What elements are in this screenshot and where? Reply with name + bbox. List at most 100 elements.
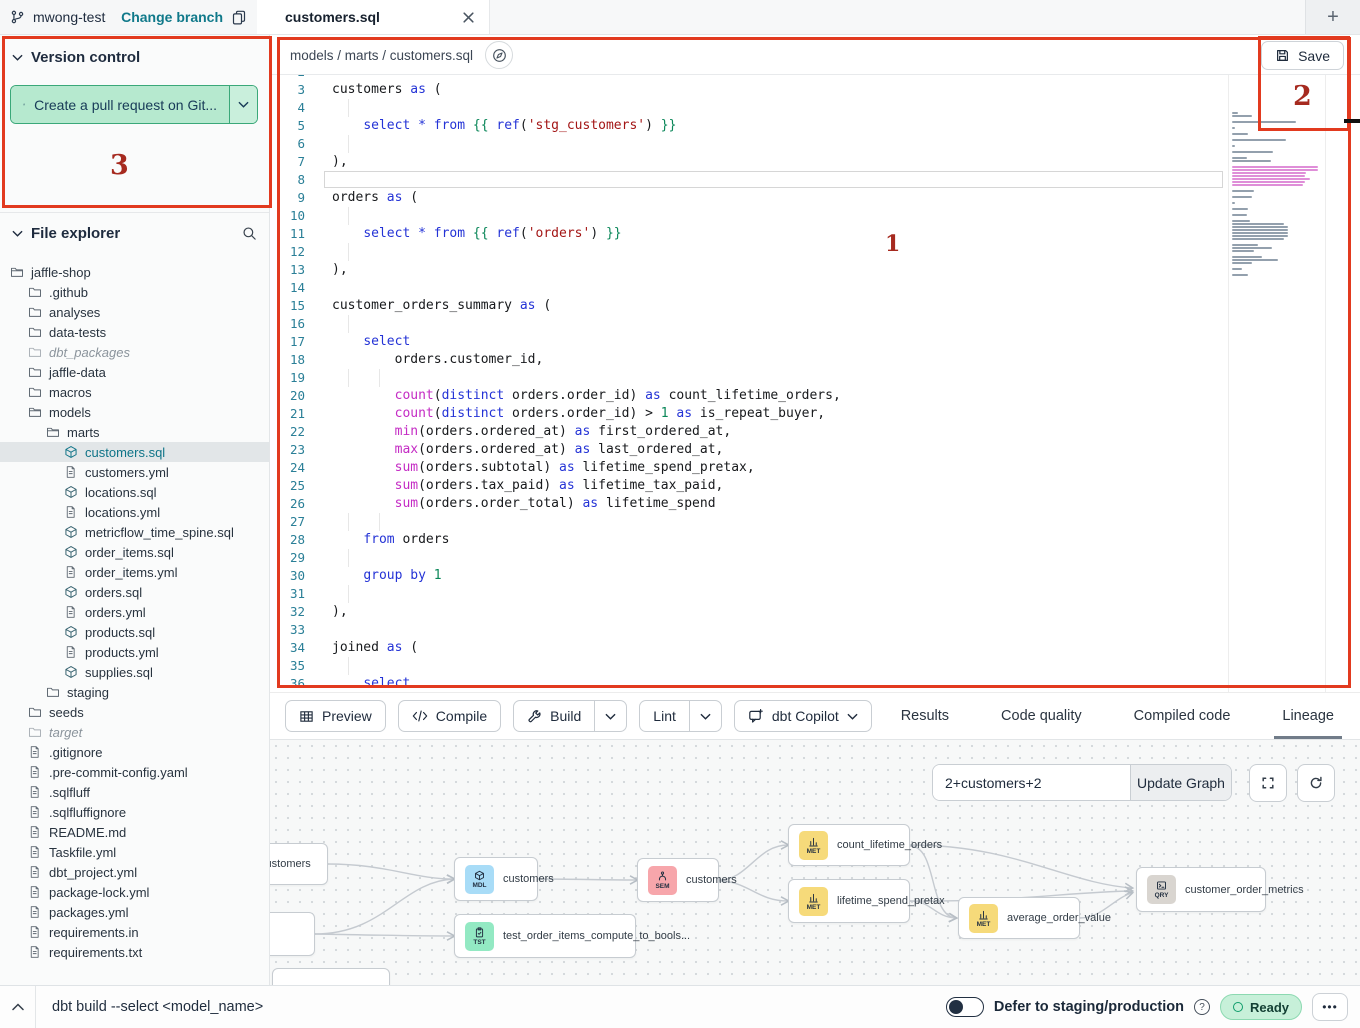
file-tree-item-locations.yml[interactable]: locations.yml	[0, 502, 269, 522]
lineage-node-average_order_value[interactable]: METaverage_order_value	[958, 897, 1080, 939]
lineage-node-partial-node[interactable]	[272, 968, 390, 985]
file-tree-item-locations.sql[interactable]: locations.sql	[0, 482, 269, 502]
lint-button[interactable]: Lint	[640, 701, 689, 731]
update-graph-button[interactable]: Update Graph	[1130, 765, 1231, 800]
file-tree-item-customers.sql[interactable]: customers.sql	[0, 442, 269, 462]
file-tree-item-target[interactable]: target	[0, 722, 269, 742]
file-tree-item-.gitignore[interactable]: .gitignore	[0, 742, 269, 762]
code-line-32: 32),	[271, 603, 1360, 621]
line-number: 9	[271, 189, 305, 207]
file-tree-item-.sqlfluff[interactable]: .sqlfluff	[0, 782, 269, 802]
lint-split-button[interactable]: Lint	[639, 700, 722, 732]
pull-request-options-button[interactable]	[229, 86, 257, 123]
lineage-node-stg_customers[interactable]: stg_customers	[270, 843, 328, 885]
lineage-node-lifetime_spend_pretax[interactable]: METlifetime_spend_pretax	[788, 879, 910, 923]
file-tree-item-.pre-commit-config.yaml[interactable]: .pre-commit-config.yaml	[0, 762, 269, 782]
close-tab-icon[interactable]	[462, 11, 475, 24]
build-button[interactable]: Build	[514, 701, 594, 731]
file-tree-item-data-tests[interactable]: data-tests	[0, 322, 269, 342]
node-label: customers	[686, 874, 737, 886]
file-tree-item-jaffle-shop[interactable]: jaffle-shop	[0, 262, 269, 282]
dbt-copilot-button[interactable]: dbt Copilot	[734, 700, 872, 732]
lineage-edge	[910, 846, 956, 918]
lineage-selector-input[interactable]: 2+customers+2	[933, 765, 1130, 800]
lineage-node-customers-semantic[interactable]: SEMcustomers	[637, 858, 719, 902]
file-tree-item-requirements.txt[interactable]: requirements.txt	[0, 942, 269, 962]
file-tree-item-order_items.yml[interactable]: order_items.yml	[0, 562, 269, 582]
file-tree-item-supplies.sql[interactable]: supplies.sql	[0, 662, 269, 682]
build-split-button[interactable]: Build	[513, 700, 627, 732]
chevron-down-icon	[700, 713, 711, 720]
lint-options-button[interactable]	[689, 701, 721, 731]
more-options-button[interactable]: •••	[1312, 993, 1348, 1021]
node-label: lifetime_spend_pretax	[837, 895, 945, 907]
collapse-panel-button[interactable]	[0, 986, 36, 1028]
file-tree-item-models[interactable]: models	[0, 402, 269, 422]
code-editor[interactable]: 2with3customers as (45 select * from {{ …	[271, 75, 1360, 692]
file-tree-item-.github[interactable]: .github	[0, 282, 269, 302]
indent-guide	[348, 243, 349, 261]
file-tree-item-marts[interactable]: marts	[0, 422, 269, 442]
file-tree-item-.sqlfluffignore[interactable]: .sqlfluffignore	[0, 802, 269, 822]
file-tree-item-orders.yml[interactable]: orders.yml	[0, 602, 269, 622]
lineage-panel[interactable]: stg_customersorders MDLcustomers TSTtest_o…	[270, 740, 1360, 985]
file-tree-item-package-lock.yml[interactable]: package-lock.yml	[0, 882, 269, 902]
result-tab-compiled-code[interactable]: Compiled code	[1108, 693, 1257, 739]
file-tree-item-staging[interactable]: staging	[0, 682, 269, 702]
result-tab-results[interactable]: Results	[875, 693, 975, 739]
file-tree-item-products.sql[interactable]: products.sql	[0, 622, 269, 642]
lineage-edge	[315, 934, 454, 936]
file-tree-item-macros[interactable]: macros	[0, 382, 269, 402]
file-tree-item-requirements.in[interactable]: requirements.in	[0, 922, 269, 942]
lineage-node-test-order-items[interactable]: TSTtest_order_items_compute_to_bools...	[454, 914, 636, 958]
file-tree-item-customers.yml[interactable]: customers.yml	[0, 462, 269, 482]
defer-toggle[interactable]	[946, 997, 984, 1017]
refresh-button[interactable]	[1297, 764, 1335, 802]
change-branch-link[interactable]: Change branch	[121, 9, 223, 25]
search-icon[interactable]	[242, 226, 257, 241]
build-options-button[interactable]	[594, 701, 626, 731]
file-tree-item-metricflow_time_spine.sql[interactable]: metricflow_time_spine.sql	[0, 522, 269, 542]
file-tree-item-dbt_packages[interactable]: dbt_packages	[0, 342, 269, 362]
minimap-line	[1232, 151, 1273, 153]
lineage-node-count_lifetime_orders[interactable]: METcount_lifetime_orders	[788, 824, 910, 866]
line-number: 29	[271, 549, 305, 567]
save-button[interactable]: Save	[1261, 41, 1344, 70]
code-lines[interactable]: 2with3customers as (45 select * from {{ …	[271, 75, 1360, 692]
file-tree-item-seeds[interactable]: seeds	[0, 702, 269, 722]
result-tab-code-quality[interactable]: Code quality	[975, 693, 1108, 739]
result-tabs[interactable]: ResultsCode qualityCompiled codeLineage	[875, 693, 1360, 739]
copy-branch-icon[interactable]	[231, 9, 247, 26]
file-label: target	[49, 725, 82, 740]
file-explorer-header[interactable]: File explorer	[0, 213, 269, 250]
version-control-header[interactable]: Version control	[0, 35, 269, 74]
preview-button[interactable]: Preview	[285, 700, 386, 732]
file-label: seeds	[49, 705, 84, 720]
file-tree-item-dbt_project.yml[interactable]: dbt_project.yml	[0, 862, 269, 882]
editor-tab-customers-sql[interactable]: customers.sql	[257, 0, 490, 34]
help-icon[interactable]: ?	[1194, 999, 1210, 1015]
lineage-node-orders[interactable]: orders	[270, 912, 315, 956]
file-tree-item-jaffle-data[interactable]: jaffle-data	[0, 362, 269, 382]
indent-guide	[379, 513, 380, 531]
file-tree-item-products.yml[interactable]: products.yml	[0, 642, 269, 662]
compass-icon[interactable]	[485, 41, 513, 69]
lineage-node-customer_order_metrics[interactable]: QRYcustomer_order_metrics	[1136, 867, 1266, 912]
file-tree-item-Taskfile.yml[interactable]: Taskfile.yml	[0, 842, 269, 862]
minimap[interactable]	[1232, 112, 1320, 277]
create-pull-request-button[interactable]: Create a pull request on Git...	[10, 85, 258, 124]
file-icon	[28, 865, 42, 879]
fullscreen-button[interactable]	[1249, 764, 1287, 802]
new-tab-button[interactable]: +	[1305, 0, 1360, 34]
result-tab-lineage[interactable]: Lineage	[1256, 693, 1360, 739]
lineage-node-customers-model[interactable]: MDLcustomers	[454, 857, 538, 901]
file-tree-item-packages.yml[interactable]: packages.yml	[0, 902, 269, 922]
create-pull-request-main[interactable]: Create a pull request on Git...	[11, 86, 229, 123]
compile-button[interactable]: Compile	[398, 700, 501, 732]
command-input[interactable]: dbt build --select <model_name>	[52, 999, 263, 1015]
file-tree-item-README.md[interactable]: README.md	[0, 822, 269, 842]
file-tree-item-orders.sql[interactable]: orders.sql	[0, 582, 269, 602]
file-tree-item-analyses[interactable]: analyses	[0, 302, 269, 322]
file-tree-item-order_items.sql[interactable]: order_items.sql	[0, 542, 269, 562]
file-tree[interactable]: jaffle-shop.githubanalysesdata-testsdbt_…	[0, 262, 269, 962]
